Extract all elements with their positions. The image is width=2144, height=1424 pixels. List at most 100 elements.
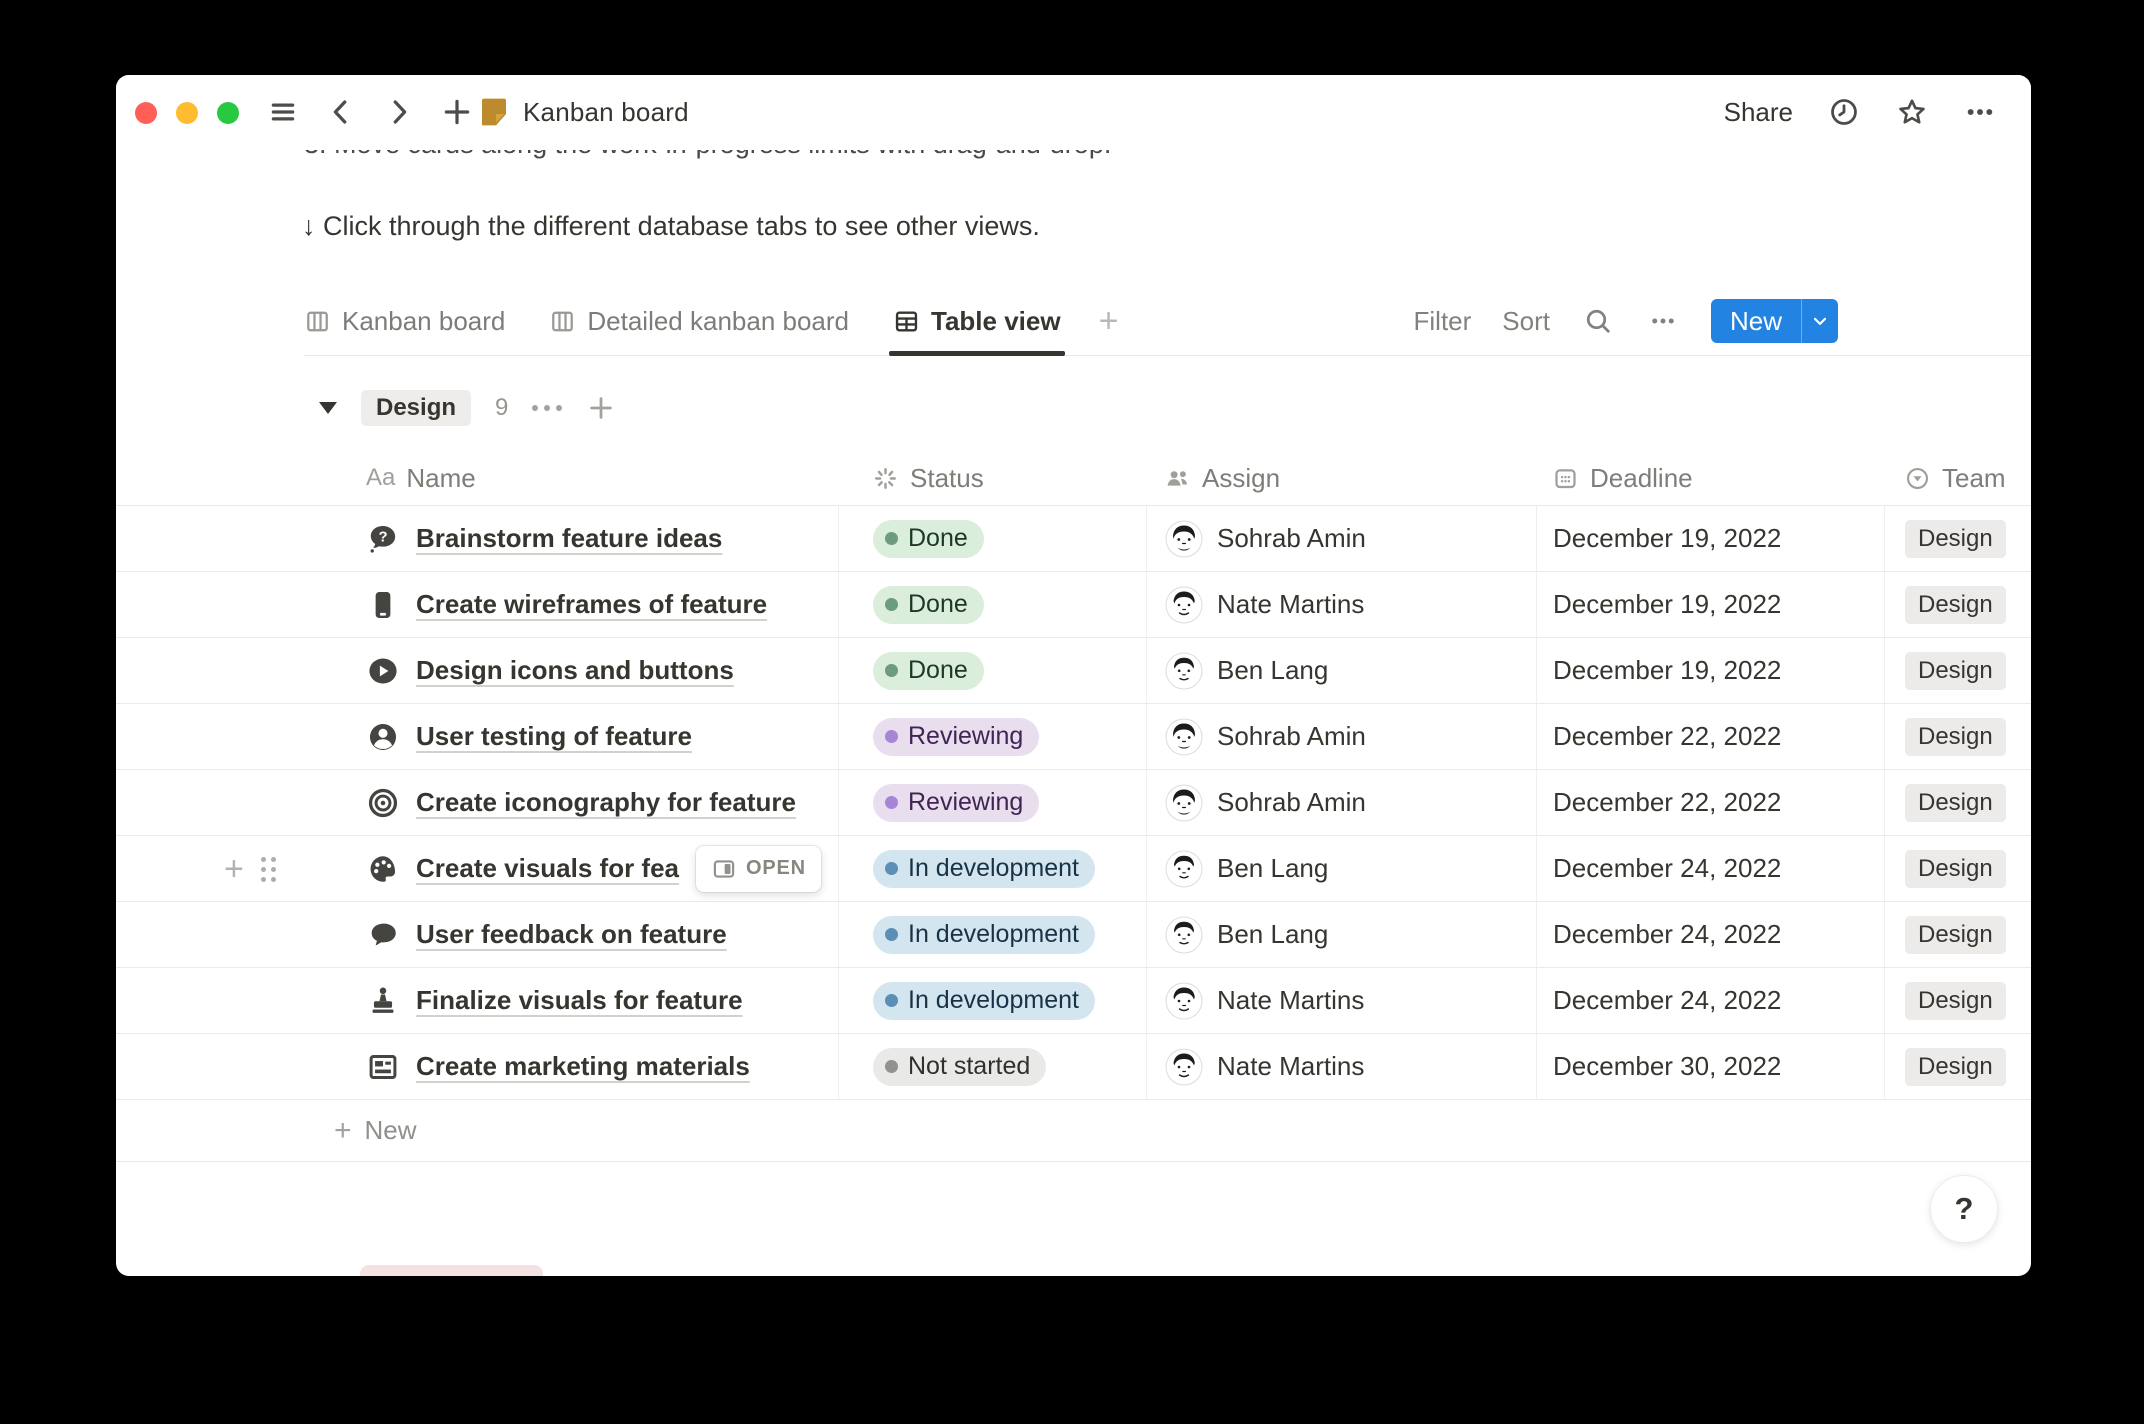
deadline-cell[interactable]: December 24, 2022 bbox=[1536, 836, 1884, 901]
table-row[interactable]: Create iconography for feature Reviewing… bbox=[116, 770, 2031, 836]
view-options-icon[interactable] bbox=[1646, 304, 1680, 338]
team-cell[interactable]: Design bbox=[1884, 770, 2031, 835]
collapse-group-icon[interactable] bbox=[319, 402, 337, 414]
column-header-deadline[interactable]: Deadline bbox=[1536, 451, 1884, 505]
table-row[interactable]: User feedback on feature In development … bbox=[116, 902, 2031, 968]
row-title[interactable]: Finalize visuals for feature bbox=[416, 985, 743, 1016]
table-row[interactable]: ?Brainstorm feature ideas Done Sohrab Am… bbox=[116, 506, 2031, 572]
status-badge[interactable]: Reviewing bbox=[873, 718, 1039, 756]
new-button-label[interactable]: New bbox=[1711, 299, 1801, 343]
group-add-icon[interactable] bbox=[586, 393, 616, 423]
assignee-cell[interactable]: Sohrab Amin bbox=[1146, 506, 1536, 571]
assignee-cell[interactable]: Ben Lang bbox=[1146, 836, 1536, 901]
favorite-star-icon[interactable] bbox=[1895, 95, 1929, 129]
team-tag[interactable]: Design bbox=[1905, 982, 2006, 1020]
team-tag[interactable]: Design bbox=[1905, 1048, 2006, 1086]
status-badge[interactable]: In development bbox=[873, 850, 1095, 888]
row-title[interactable]: Brainstorm feature ideas bbox=[416, 523, 722, 554]
table-row[interactable]: User testing of feature Reviewing Sohrab… bbox=[116, 704, 2031, 770]
row-title[interactable]: User feedback on feature bbox=[416, 919, 727, 950]
column-header-name[interactable]: Aa Name bbox=[304, 451, 838, 505]
row-title[interactable]: Create iconography for feature bbox=[416, 787, 796, 818]
status-badge[interactable]: Not started bbox=[873, 1048, 1046, 1086]
column-header-assign[interactable]: Assign bbox=[1146, 451, 1536, 505]
minimize-window-button[interactable] bbox=[176, 102, 198, 124]
table-row[interactable]: Finalize visuals for feature In developm… bbox=[116, 968, 2031, 1034]
assignee-cell[interactable]: Sohrab Amin bbox=[1146, 770, 1536, 835]
status-badge[interactable]: In development bbox=[873, 982, 1095, 1020]
team-tag[interactable]: Design bbox=[1905, 718, 2006, 756]
deadline-cell[interactable]: December 19, 2022 bbox=[1536, 638, 1884, 703]
row-title[interactable]: Create marketing materials bbox=[416, 1051, 750, 1082]
team-tag[interactable]: Design bbox=[1905, 850, 2006, 888]
group-options-icon[interactable] bbox=[532, 405, 562, 411]
row-title[interactable]: Create wireframes of feature bbox=[416, 589, 767, 620]
clock-history-icon[interactable] bbox=[1827, 95, 1861, 129]
team-cell[interactable]: Design bbox=[1884, 704, 2031, 769]
deadline-cell[interactable]: December 24, 2022 bbox=[1536, 902, 1884, 967]
table-row[interactable]: Create marketing materials Not started N… bbox=[116, 1034, 2031, 1100]
team-tag[interactable]: Design bbox=[1905, 916, 2006, 954]
team-cell[interactable]: Design bbox=[1884, 1034, 2031, 1099]
close-window-button[interactable] bbox=[135, 102, 157, 124]
tab-table-view[interactable]: Table view bbox=[893, 287, 1061, 355]
new-row-button[interactable]: + New bbox=[116, 1100, 2031, 1162]
deadline-cell[interactable]: December 19, 2022 bbox=[1536, 572, 1884, 637]
drag-handle-icon[interactable] bbox=[261, 857, 276, 882]
help-button[interactable]: ? bbox=[1930, 1175, 1998, 1243]
search-icon[interactable] bbox=[1581, 304, 1615, 338]
assignee-cell[interactable]: Ben Lang bbox=[1146, 638, 1536, 703]
row-title[interactable]: Create visuals for fea bbox=[416, 853, 679, 884]
status-badge[interactable]: Done bbox=[873, 652, 984, 690]
status-badge[interactable]: Done bbox=[873, 520, 984, 558]
add-view-icon[interactable]: + bbox=[1099, 302, 1119, 341]
sort-button[interactable]: Sort bbox=[1502, 306, 1550, 337]
team-cell[interactable]: Design bbox=[1884, 638, 2031, 703]
team-cell[interactable]: Design bbox=[1884, 572, 2031, 637]
page-title[interactable]: Kanban board bbox=[523, 97, 689, 128]
team-cell[interactable]: Design bbox=[1884, 506, 2031, 571]
sidebar-menu-icon[interactable] bbox=[266, 95, 300, 129]
table-row[interactable]: Create wireframes of feature Done Nate M… bbox=[116, 572, 2031, 638]
new-page-icon[interactable] bbox=[440, 95, 474, 129]
table-row-hovered[interactable]: Create visuals for fea In development Be… bbox=[116, 836, 2031, 902]
team-cell[interactable]: Design bbox=[1884, 836, 2031, 901]
more-options-icon[interactable] bbox=[1963, 95, 1997, 129]
status-badge[interactable]: Reviewing bbox=[873, 784, 1039, 822]
status-badge[interactable]: Done bbox=[873, 586, 984, 624]
team-tag[interactable]: Design bbox=[1905, 520, 2006, 558]
status-badge[interactable]: In development bbox=[873, 916, 1095, 954]
deadline-cell[interactable]: December 22, 2022 bbox=[1536, 704, 1884, 769]
deadline-cell[interactable]: December 24, 2022 bbox=[1536, 968, 1884, 1033]
add-row-icon[interactable]: + bbox=[224, 853, 244, 885]
assignee-cell[interactable]: Nate Martins bbox=[1146, 572, 1536, 637]
team-cell[interactable]: Design bbox=[1884, 968, 2031, 1033]
deadline-cell[interactable]: December 22, 2022 bbox=[1536, 770, 1884, 835]
assignee-cell[interactable]: Ben Lang bbox=[1146, 902, 1536, 967]
filter-button[interactable]: Filter bbox=[1414, 306, 1472, 337]
back-icon[interactable] bbox=[324, 95, 358, 129]
team-tag[interactable]: Design bbox=[1905, 784, 2006, 822]
deadline-cell[interactable]: December 19, 2022 bbox=[1536, 506, 1884, 571]
deadline-cell[interactable]: December 30, 2022 bbox=[1536, 1034, 1884, 1099]
team-tag[interactable]: Design bbox=[1905, 586, 2006, 624]
column-header-status[interactable]: Status bbox=[838, 451, 1146, 505]
team-cell[interactable]: Design bbox=[1884, 902, 2031, 967]
assignee-cell[interactable]: Nate Martins bbox=[1146, 1034, 1536, 1099]
assignee-cell[interactable]: Sohrab Amin bbox=[1146, 704, 1536, 769]
forward-icon[interactable] bbox=[382, 95, 416, 129]
zoom-window-button[interactable] bbox=[217, 102, 239, 124]
tab-kanban-board[interactable]: Kanban board bbox=[304, 287, 505, 355]
row-title[interactable]: Design icons and buttons bbox=[416, 655, 734, 686]
assignee-cell[interactable]: Nate Martins bbox=[1146, 968, 1536, 1033]
row-title[interactable]: User testing of feature bbox=[416, 721, 692, 752]
share-button[interactable]: Share bbox=[1724, 97, 1793, 128]
new-button-dropdown[interactable] bbox=[1801, 299, 1838, 343]
column-header-team[interactable]: Team bbox=[1884, 451, 2031, 505]
team-tag[interactable]: Design bbox=[1905, 652, 2006, 690]
new-button[interactable]: New bbox=[1711, 299, 1838, 343]
tab-detailed-kanban-board[interactable]: Detailed kanban board bbox=[549, 287, 849, 355]
group-name-badge[interactable]: Design bbox=[361, 390, 471, 426]
open-page-button[interactable]: OPEN bbox=[696, 846, 821, 892]
table-row[interactable]: Design icons and buttons Done Ben Lang D… bbox=[116, 638, 2031, 704]
